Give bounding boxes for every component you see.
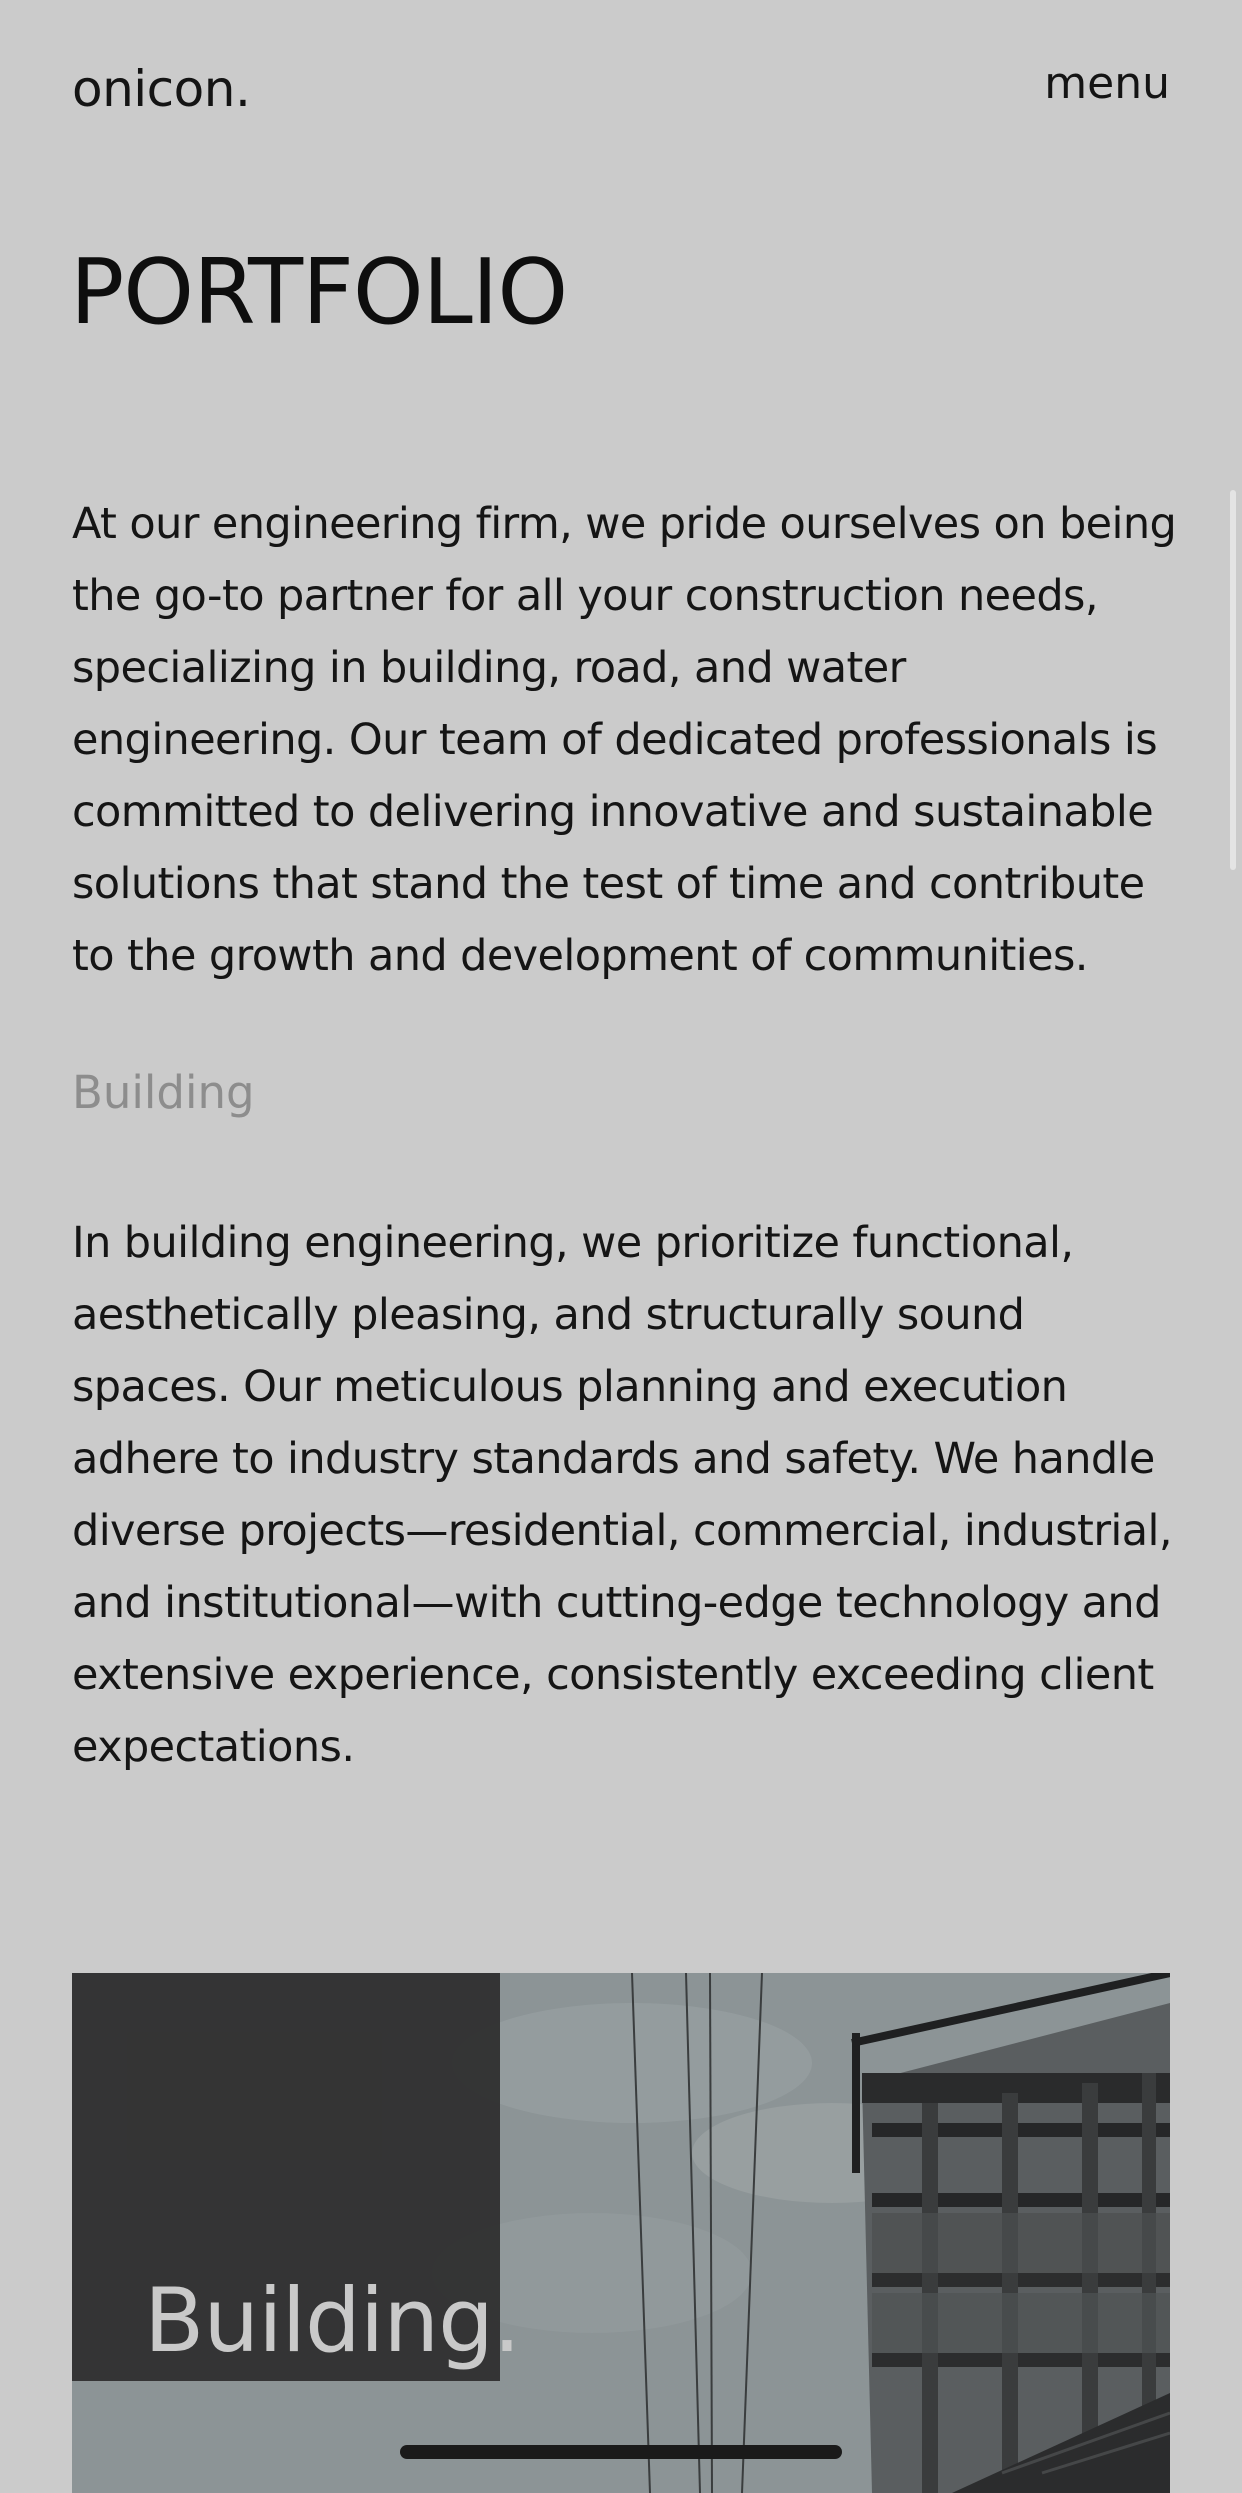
site-logo[interactable]: onicon.: [72, 60, 251, 118]
section-label-building: Building: [72, 1066, 255, 1119]
section-body-building: In building engineering, we prioritize f…: [72, 1218, 1173, 1772]
building-hero-image[interactable]: Building.: [72, 1973, 1170, 2493]
hero-label: Building.: [144, 2269, 521, 2372]
home-indicator[interactable]: [400, 2445, 842, 2459]
scrollbar-thumb[interactable]: [1230, 490, 1236, 870]
page-title: PORTFOLIO: [70, 240, 568, 345]
menu-button[interactable]: menu: [1044, 58, 1170, 109]
intro-paragraph: At our engineering firm, we pride oursel…: [72, 499, 1177, 981]
